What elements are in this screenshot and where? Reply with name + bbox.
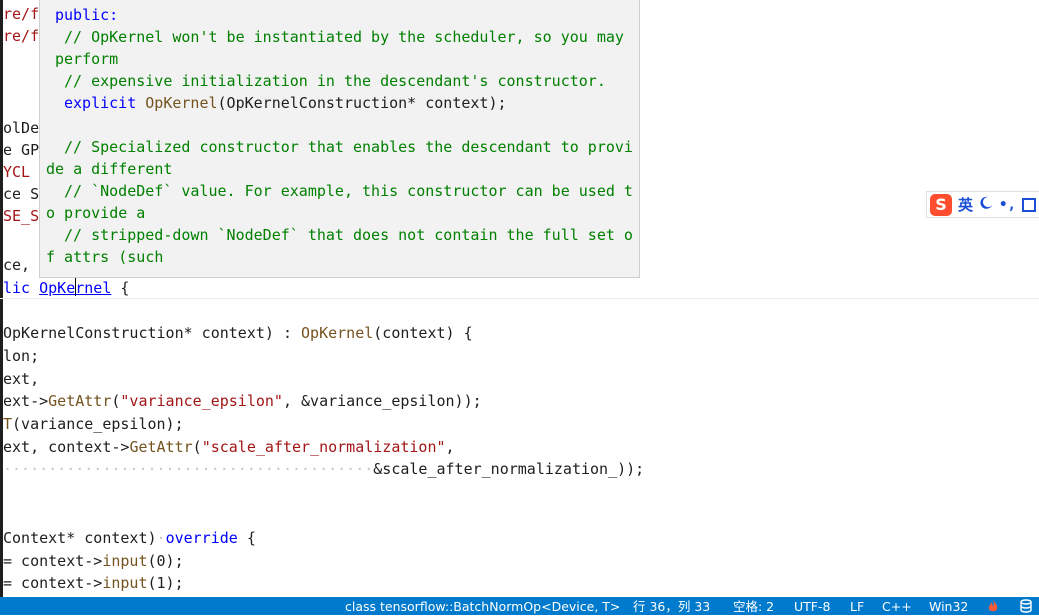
whitespace-marker: · (156, 529, 166, 547)
getattr-line: ext, context->GetAttr("scale_after_norma… (3, 436, 455, 458)
line-separator (0, 298, 1039, 299)
ctor-args: (context) { (373, 324, 473, 342)
string-literal: "scale_after_normalization" (201, 438, 446, 456)
code-line: re/f (3, 27, 40, 45)
moon-icon[interactable] (979, 196, 993, 214)
constructor-line: OpKernelConstruction* context) : OpKerne… (3, 322, 473, 344)
tooltip-comment: perform (55, 50, 119, 68)
code-line: SE_S (3, 207, 40, 225)
tooltip-line: explicit OpKernel(OpKernelConstruction* … (64, 92, 507, 114)
opkernel-type-link[interactable]: OpKernel (39, 278, 111, 297)
getattr-line: ext->GetAttr("variance_epsilon", &varian… (3, 390, 482, 412)
code-line: e GP (3, 141, 40, 159)
keyword: explicit (64, 94, 137, 112)
tooltip-comment: // OpKernel won't be instantiated by the… (64, 28, 624, 46)
whitespace-markers: ········································… (3, 460, 374, 478)
brace: { (111, 279, 130, 297)
code-token: Context* context) (3, 529, 157, 547)
code-line: YCL (3, 163, 31, 181)
function-call: T (3, 415, 13, 433)
tooltip-comment: o provide a (46, 204, 146, 222)
keyword-fragment: lic (3, 279, 40, 297)
status-platform[interactable]: Win32 (929, 597, 968, 615)
sogou-logo-icon[interactable]: S (930, 193, 952, 216)
code-line: lon; (3, 347, 40, 365)
tooltip-comment: // `NodeDef` value. For example, this co… (64, 182, 633, 200)
code-token: (0); (147, 552, 184, 570)
code-line: ········································… (3, 458, 644, 480)
status-bar: class tensorflow::BatchNormOp<Device, T>… (0, 597, 1039, 615)
function-call: GetAttr (48, 392, 112, 410)
flame-icon[interactable] (986, 599, 1000, 613)
status-scope[interactable]: class tensorflow::BatchNormOp<Device, T> (345, 597, 620, 615)
keyword: override (165, 529, 238, 547)
string-literal: "variance_epsilon" (120, 392, 283, 410)
function-call: GetAttr (129, 438, 193, 456)
status-eol[interactable]: LF (850, 597, 864, 615)
database-icon[interactable] (1019, 599, 1033, 613)
code-token: ext-> (3, 392, 49, 410)
code-token: (1); (147, 574, 184, 592)
ime-mode-toggle[interactable]: 英 (958, 194, 973, 215)
text-caret (74, 278, 76, 296)
status-cursor-position[interactable]: 行 36，列 33 (633, 597, 710, 615)
ctor-params: OpKernelConstruction* context) (3, 324, 274, 342)
status-encoding[interactable]: UTF-8 (794, 597, 830, 615)
code-line: = context->input(0); (3, 550, 184, 572)
tooltip-comment: de a different (46, 160, 173, 178)
code-token: (variance_epsilon); (12, 415, 184, 433)
code-line: olDe (3, 119, 40, 137)
code-line: T(variance_epsilon); (3, 413, 184, 435)
code-line: ext, (3, 370, 40, 388)
status-language[interactable]: C++ (882, 597, 912, 615)
code-token: = context-> (3, 552, 103, 570)
tooltip-comment: // Specialized constructor that enables … (64, 138, 633, 156)
quick-info-tooltip[interactable]: public: // OpKernel won't be instantiate… (39, 0, 640, 278)
tooltip-line: public: (55, 6, 119, 24)
tooltip-comment: f attrs (such (46, 248, 164, 266)
ctor-colon: : (273, 324, 302, 342)
code-token: , &variance_epsilon)); (282, 392, 482, 410)
code-line: ce S (3, 185, 40, 203)
code-line: ce, (3, 256, 31, 274)
tooltip-comment: // expensive initialization in the desce… (64, 72, 606, 90)
class-declaration-line: lic OpKernel { (3, 277, 129, 299)
status-indentation[interactable]: 空格: 2 (733, 597, 774, 615)
code-line: re/f (3, 5, 40, 23)
code-token: , (445, 438, 455, 456)
code-token: = context-> (3, 574, 103, 592)
code-token: ext, context-> (3, 438, 130, 456)
ime-toolbar[interactable]: S 英 •, (926, 191, 1039, 218)
compute-signature-line: Context* context)·override { (3, 527, 256, 549)
function-name: OpKernel (145, 94, 218, 112)
code-token: { (237, 529, 256, 547)
code-token: ( (192, 438, 202, 456)
code-line: = context->input(1); (3, 572, 184, 594)
grid-icon[interactable] (1021, 197, 1036, 212)
function-call: input (102, 574, 148, 592)
code-token: (OpKernelConstruction* context); (217, 94, 507, 112)
code-token: &scale_after_normalization_)); (373, 460, 645, 478)
function-call: input (102, 552, 148, 570)
punctuation-toggle[interactable]: •, (999, 197, 1016, 213)
tooltip-comment: // stripped-down `NodeDef` that does not… (64, 226, 633, 244)
base-class-call: OpKernel (301, 324, 374, 342)
